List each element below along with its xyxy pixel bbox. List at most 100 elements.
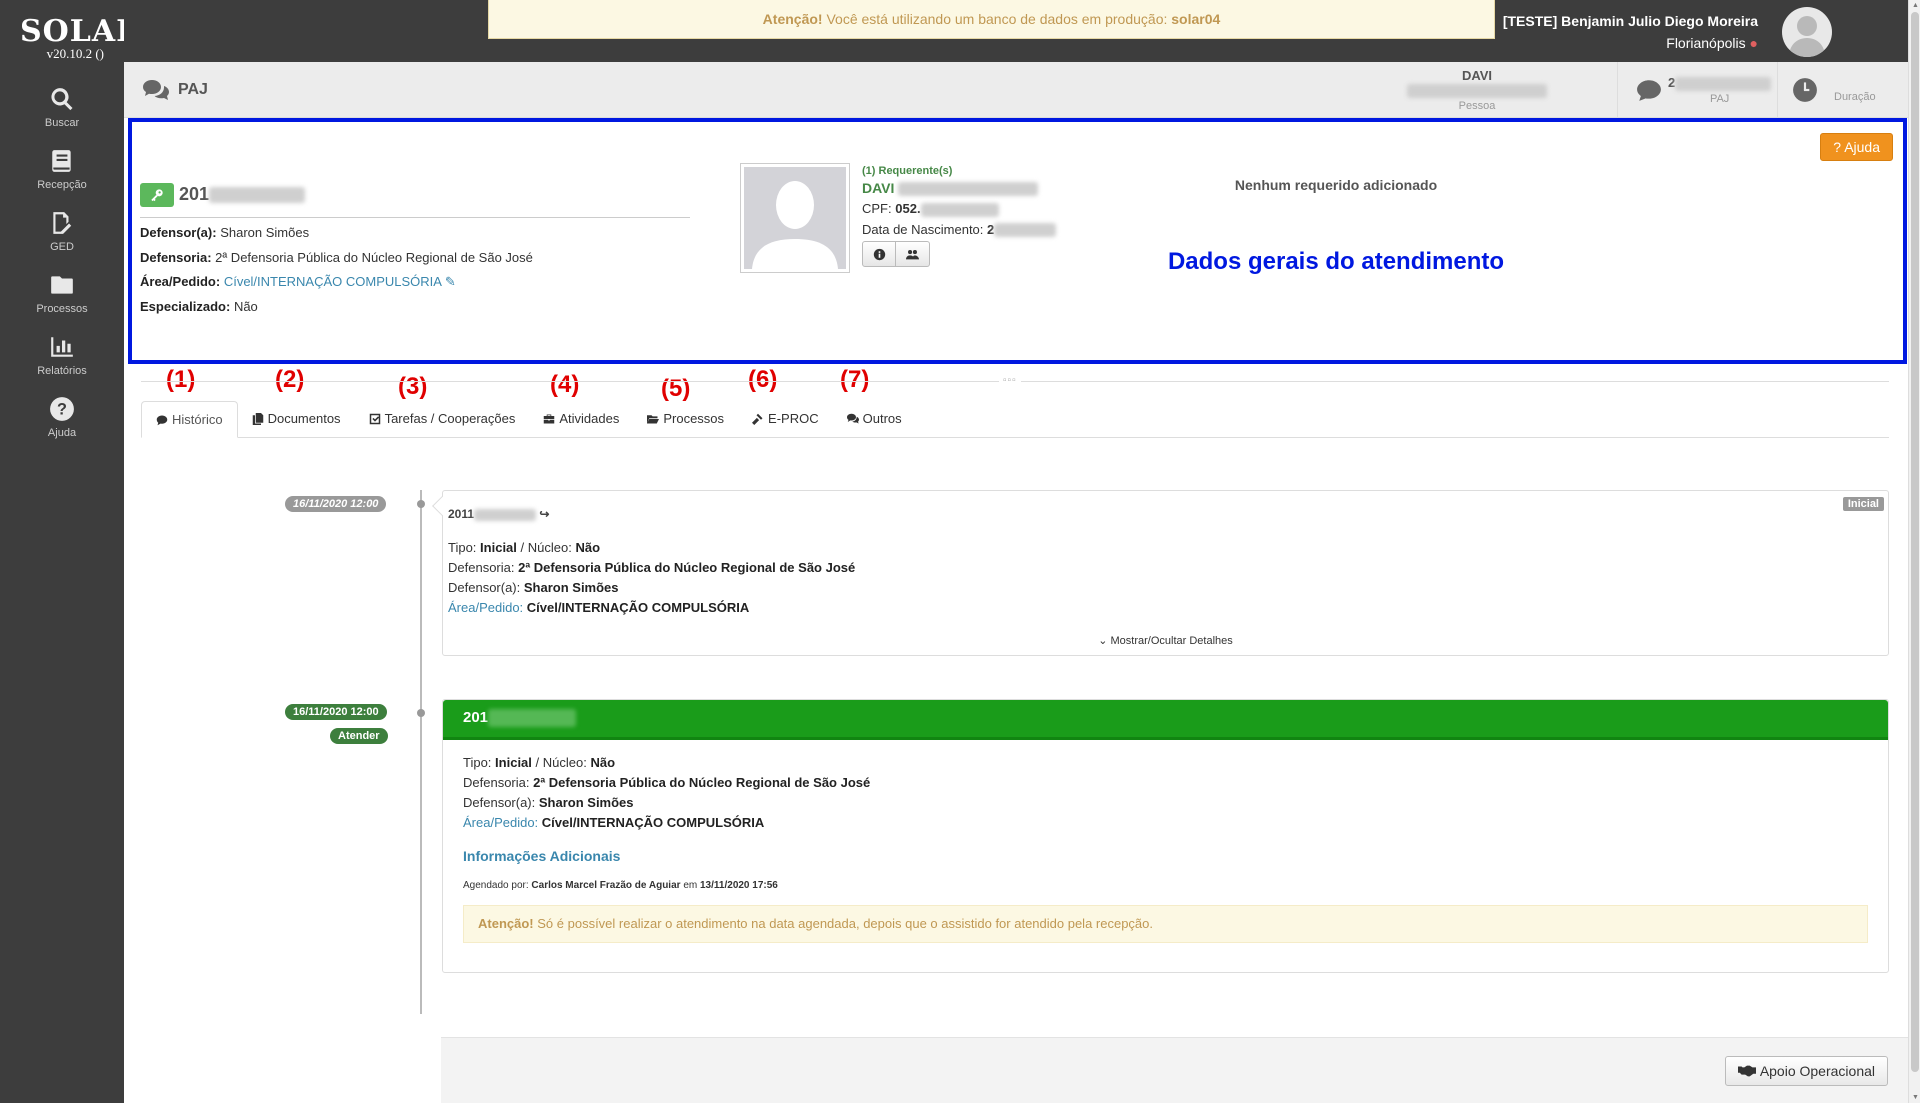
defensor-value: Sharon Simões — [220, 225, 310, 240]
pencil-icon[interactable]: ✎ — [445, 274, 456, 289]
tab-documentos[interactable]: Documentos — [238, 400, 355, 437]
search-icon — [51, 88, 73, 111]
tab-historico[interactable]: Histórico — [141, 401, 238, 438]
apoio-operacional-button[interactable]: Apoio Operacional — [1724, 1056, 1888, 1086]
tipo-value: Inicial — [495, 755, 532, 770]
sidebar-item-label: Ajuda — [47, 427, 77, 439]
nucleo-label: / Núcleo: — [520, 540, 572, 555]
redacted — [1675, 76, 1772, 91]
area-link[interactable]: Cível/INTERNAÇÃO COMPULSÓRIA — [542, 815, 764, 830]
agendado-label: Agendado por: — [463, 880, 529, 891]
tipo-line: Tipo: Inicial / Núcleo: Não — [448, 538, 855, 558]
card-number-text: 201 — [463, 709, 489, 726]
scroll-down-icon[interactable]: ▼ — [1912, 1094, 1919, 1101]
brand[interactable]: SOLAR v20.10.2 () — [0, 0, 143, 66]
info-adicionais-title: Informações Adicionais — [463, 848, 621, 864]
tipo-line: Tipo: Inicial / Núcleo: Não — [463, 753, 870, 773]
alert-prefix: Atenção! — [762, 11, 823, 27]
requerente-name[interactable]: DAVI — [862, 180, 1056, 197]
briefcase-icon — [544, 414, 555, 423]
annotation-3: (3) — [398, 373, 428, 400]
tab-label: Processos — [663, 411, 725, 426]
defensor-line: Defensor(a): Sharon Simões — [448, 578, 855, 598]
area-link[interactable]: Cível/INTERNAÇÃO COMPULSÓRIA — [224, 274, 441, 289]
bar-chart-icon — [51, 337, 73, 357]
share-icon[interactable]: ↪ — [539, 507, 549, 521]
scroll-up-icon[interactable]: ▲ — [1912, 2, 1919, 9]
timeline-card-agendado: 201 Tipo: Inicial / Núcleo: Não Defensor… — [442, 699, 1889, 973]
defensoria-label: Defensoria: — [448, 560, 515, 575]
card-number-text: 2011 — [448, 507, 475, 521]
defensor-label: Defensor(a): — [448, 580, 521, 595]
defensoria-label: Defensoria: — [140, 250, 212, 265]
area-label: Área/Pedido: — [463, 815, 539, 830]
annotation-4: (4) — [550, 371, 580, 398]
warning-prefix: Atenção! — [478, 916, 534, 931]
tipo-value: Inicial — [480, 540, 517, 555]
info-button[interactable] — [862, 241, 896, 268]
tab-atividades[interactable]: Atividades — [529, 400, 633, 437]
agendado-em: 13/11/2020 17:56 — [700, 880, 778, 891]
annotation-2: (2) — [275, 366, 305, 393]
tab-eproc[interactable]: E-PROC — [738, 400, 833, 437]
sidebar: SOLAR v20.10.2 () Buscar Recepção GED Pr… — [0, 0, 143, 1103]
key-button[interactable] — [140, 183, 174, 207]
user-info[interactable]: [TESTE] Benjamin Julio Diego Moreira Flo… — [1503, 13, 1758, 51]
header-paj[interactable]: 2 PAJ — [1617, 62, 1777, 118]
defensoria-label: Defensoria: — [463, 775, 530, 790]
sidebar-item-processos[interactable]: Processos — [0, 262, 124, 324]
map-pin-icon: ● — [1749, 35, 1758, 51]
card-header[interactable]: 201 — [443, 700, 1888, 740]
handshake-icon — [1737, 1065, 1756, 1077]
defensoria-value: 2ª Defensoria Pública do Núcleo Regional… — [215, 250, 533, 265]
sidebar-item-ged[interactable]: GED — [0, 200, 124, 262]
defensor-label: Defensor(a): — [463, 795, 536, 810]
edit-document-icon — [53, 212, 72, 234]
header-duracao[interactable]: Duração — [1777, 62, 1908, 118]
tab-outros[interactable]: Outros — [833, 400, 916, 437]
page-title-text: PAJ — [178, 81, 208, 98]
topbar: Atenção! Você está utilizando um banco d… — [124, 0, 1908, 62]
avatar[interactable] — [1782, 7, 1832, 57]
sidebar-item-label: Relatórios — [37, 365, 87, 377]
user-city: Florianópolis — [1666, 35, 1746, 51]
defensoria-line: Defensoria: 2ª Defensoria Pública do Núc… — [448, 558, 855, 578]
tab-processos[interactable]: Processos — [633, 400, 738, 437]
tipo-label: Tipo: — [463, 755, 492, 770]
cpf-value: 052. — [895, 201, 921, 217]
paj-number: 2 — [1668, 75, 1676, 91]
status-badge: Inicial — [1842, 497, 1884, 511]
scrollbar-thumb[interactable] — [1911, 12, 1919, 1072]
tab-label: E-PROC — [768, 411, 819, 426]
question-circle-icon: ? — [1833, 139, 1842, 155]
atendimento-number: 201 — [140, 183, 690, 218]
scrollbar[interactable]: ▲ ▼ — [1908, 0, 1920, 1103]
app-name: SOLAR — [20, 14, 143, 49]
em-label: em — [683, 880, 698, 891]
sidebar-item-ajuda[interactable]: ? Ajuda — [0, 386, 124, 448]
comment-icon — [1637, 80, 1661, 101]
help-button[interactable]: ? Ajuda — [1820, 133, 1893, 161]
duracao-label: Duração — [1834, 91, 1876, 103]
sidebar-item-buscar[interactable]: Buscar — [0, 76, 124, 138]
agendado-por: Carlos Marcel Frazão de Aguiar — [531, 880, 681, 891]
user-silhouette-icon — [1789, 16, 1825, 57]
tab-tarefas[interactable]: Tarefas / Cooperações — [355, 400, 530, 437]
atendimento-number-text: 201 — [179, 183, 210, 204]
resize-handle[interactable]: ▫▫▫ — [999, 375, 1021, 386]
card-number[interactable]: 2011 ↪ — [448, 507, 549, 521]
defensor-line: Defensor(a): Sharon Simões — [463, 793, 870, 813]
timeline-line — [420, 490, 422, 1014]
help-button-label: Ajuda — [1844, 139, 1880, 155]
especializado-line: Especializado: Não — [140, 299, 258, 314]
sidebar-item-recepcao[interactable]: Recepção — [0, 138, 124, 200]
area-link[interactable]: Cível/INTERNAÇÃO COMPULSÓRIA — [527, 600, 749, 615]
redacted — [994, 223, 1057, 238]
atender-badge[interactable]: Atender — [330, 728, 388, 744]
nascimento-line: Data de Nascimento: 2 — [862, 222, 1057, 238]
page-header: PAJ DAVI Pessoa 2 PAJ Duração — [124, 62, 1908, 118]
sidebar-item-relatorios[interactable]: Relatórios — [0, 324, 124, 386]
toggle-details[interactable]: ⌄ Mostrar/Ocultar Detalhes — [443, 634, 1888, 647]
family-button[interactable] — [896, 241, 930, 268]
header-pessoa[interactable]: DAVI Pessoa — [1379, 62, 1547, 118]
